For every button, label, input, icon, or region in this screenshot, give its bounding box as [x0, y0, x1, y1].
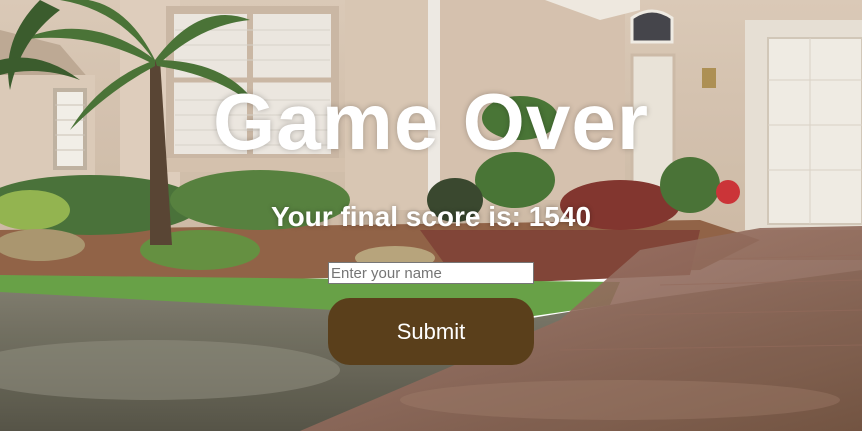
submit-button[interactable]: Submit [328, 298, 534, 365]
name-input[interactable] [328, 262, 534, 284]
game-over-screen: Game Over Your final score is: 1540 Subm… [0, 0, 862, 431]
final-score-text: Your final score is: 1540 [270, 201, 592, 232]
game-over-title: Game Over [213, 77, 649, 166]
